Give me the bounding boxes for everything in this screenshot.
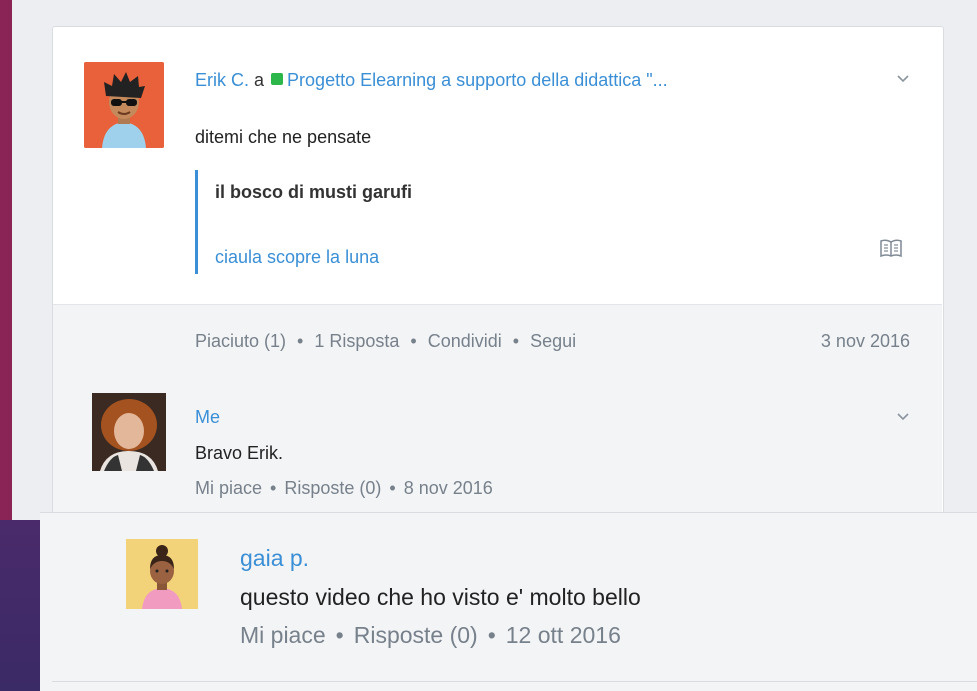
reply-author[interactable]: gaia p.: [240, 545, 309, 572]
author-avatar[interactable]: [84, 62, 164, 148]
reply-avatar[interactable]: [126, 539, 198, 609]
reply-text: Bravo Erik.: [195, 443, 284, 463]
reply-like-action[interactable]: Mi piace: [195, 478, 262, 498]
post-text: ditemi che ne pensate: [195, 127, 372, 147]
post-date: 3 nov 2016: [820, 331, 910, 351]
reply-text: questo video che ho visto e' molto bello: [240, 584, 641, 610]
post-header: Erik C. a Progetto Elearning a supporto …: [195, 70, 668, 91]
post-connector: a: [254, 70, 265, 90]
reply-date: 12 ott 2016: [505, 622, 621, 648]
cartoon-avatar-icon: [84, 62, 164, 148]
reply-author[interactable]: Me: [195, 407, 220, 428]
reply-action[interactable]: 1 Risposta: [314, 331, 399, 351]
photo-avatar-icon: [92, 393, 166, 471]
share-action[interactable]: Condividi: [428, 331, 502, 351]
cartoon-avatar-icon: [126, 539, 198, 609]
like-action[interactable]: Piaciuto (1): [195, 331, 286, 351]
resource-title: il bosco di musti garufi: [215, 182, 413, 202]
meta-separator: •: [487, 622, 496, 648]
action-separator: •: [512, 331, 520, 351]
replies-area: [53, 377, 942, 520]
meta-separator: •: [389, 478, 396, 498]
reply-like-action[interactable]: Mi piace: [240, 622, 326, 648]
reply-meta: Mi piace • Risposte (0) • 12 ott 2016: [240, 622, 621, 649]
action-separator: •: [297, 331, 304, 351]
action-separator: •: [410, 331, 417, 351]
post-actions-bar: Piaciuto (1) • 1 Risposta • Condividi • Segui …: [53, 304, 942, 378]
resource-link[interactable]: ciaula scopre la luna: [215, 247, 379, 268]
divider: [52, 681, 977, 682]
chevron-down-icon[interactable]: [896, 68, 910, 89]
reply-meta: Mi piace • Risposte (0) • 8 nov 2016: [195, 478, 493, 499]
post-author-link[interactable]: Erik C.: [195, 70, 249, 90]
follow-action[interactable]: Segui: [530, 331, 576, 351]
group-status-icon: [271, 73, 284, 85]
chevron-down-icon[interactable]: [896, 406, 910, 427]
attached-resource[interactable]: il bosco di musti garufi ciaula scopre l…: [195, 170, 918, 274]
reply-date: 8 nov 2016: [403, 478, 493, 498]
reply-avatar[interactable]: [92, 393, 166, 471]
meta-separator: •: [270, 478, 277, 498]
reply-replies-action[interactable]: Risposte (0): [354, 622, 478, 648]
group-link[interactable]: Progetto Elearning a supporto della dida…: [287, 70, 668, 90]
meta-separator: •: [335, 622, 344, 648]
book-icon: [880, 238, 902, 263]
reply-replies-action[interactable]: Risposte (0): [284, 478, 381, 498]
